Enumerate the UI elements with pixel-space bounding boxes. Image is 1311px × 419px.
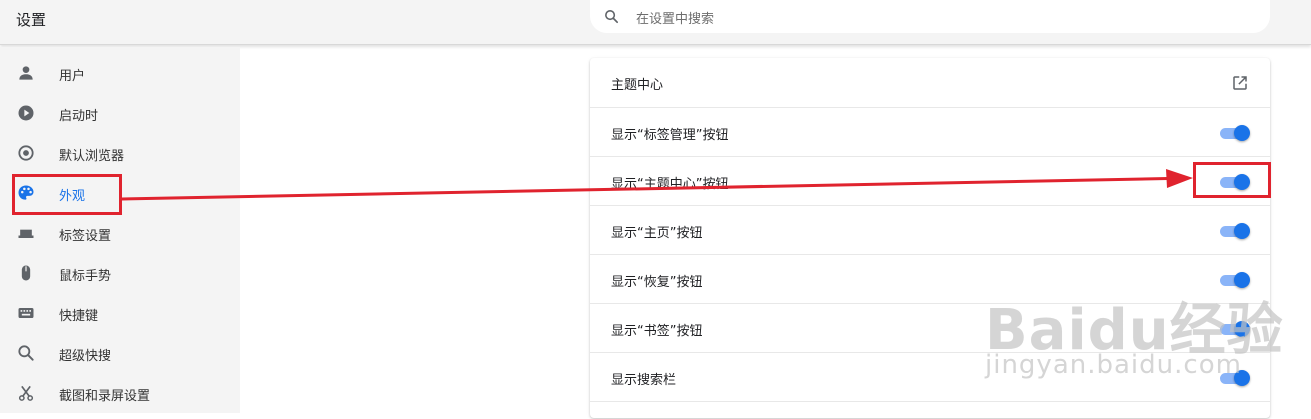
annotation-arrow: [121, 169, 1193, 201]
